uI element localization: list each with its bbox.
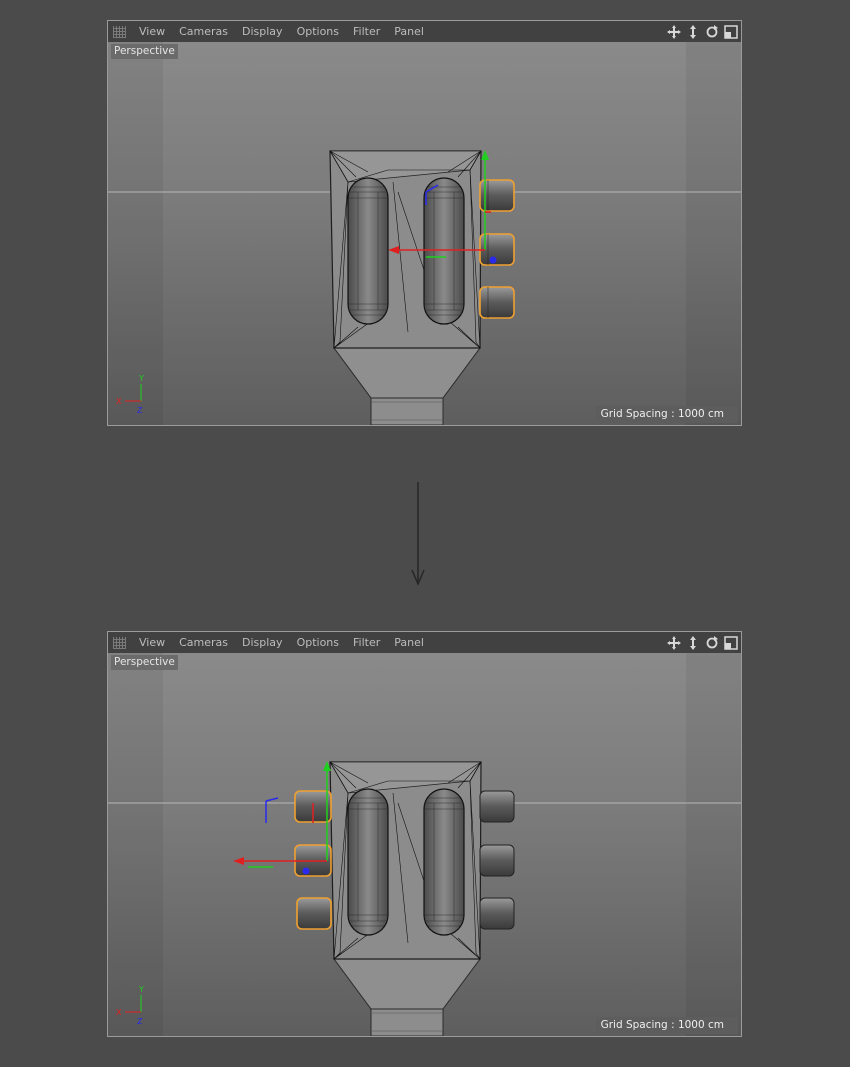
menu-panel[interactable]: Panel: [387, 632, 431, 653]
viewport-menubar: View Cameras Display Options Filter Pane…: [108, 21, 741, 42]
svg-text:X: X: [116, 397, 122, 406]
tuning-peg-right-1: [479, 790, 515, 823]
svg-text:X: X: [116, 1008, 122, 1017]
menu-display[interactable]: Display: [235, 632, 290, 653]
menu-options[interactable]: Options: [290, 632, 346, 653]
menu-view[interactable]: View: [132, 21, 172, 42]
svg-text:Z: Z: [137, 406, 143, 415]
move-view-icon[interactable]: [666, 24, 682, 40]
dolly-view-icon[interactable]: [685, 24, 701, 40]
tuning-peg-right-3: [479, 897, 515, 930]
scene-render: Y X Z: [108, 42, 741, 425]
view-navigation-icons: [666, 21, 741, 42]
string-pad-right: [423, 788, 465, 936]
menu-filter[interactable]: Filter: [346, 21, 387, 42]
view-label: Perspective: [111, 44, 178, 59]
guitar-neck: [370, 396, 444, 425]
menu-cameras[interactable]: Cameras: [172, 632, 235, 653]
dolly-view-icon[interactable]: [685, 635, 701, 651]
3d-scene[interactable]: Y X Z Perspective Grid Spacing : 1000 cm: [108, 653, 741, 1036]
guitar-neck: [370, 1007, 444, 1036]
svg-text:Y: Y: [138, 374, 144, 383]
menu-options[interactable]: Options: [290, 21, 346, 42]
tuning-peg-left-3: [296, 897, 332, 930]
scene-render: Y X Z: [108, 653, 741, 1036]
string-pad-right: [423, 177, 465, 325]
string-pad-left: [347, 177, 389, 325]
rotate-view-icon[interactable]: [704, 24, 720, 40]
rotate-view-icon[interactable]: [704, 635, 720, 651]
menu-filter[interactable]: Filter: [346, 632, 387, 653]
menu-view[interactable]: View: [132, 632, 172, 653]
grid-spacing-label: Grid Spacing : 1000 cm: [595, 1017, 738, 1034]
move-view-icon[interactable]: [666, 635, 682, 651]
menu-panel[interactable]: Panel: [387, 21, 431, 42]
menu-cameras[interactable]: Cameras: [172, 21, 235, 42]
panel-grip-icon[interactable]: [113, 636, 126, 649]
toggle-view-icon[interactable]: [723, 635, 739, 651]
menu-display[interactable]: Display: [235, 21, 290, 42]
viewport-before[interactable]: View Cameras Display Options Filter Pane…: [107, 20, 742, 426]
3d-scene[interactable]: Y X Z Perspective Grid Spacing : 1000 cm: [108, 42, 741, 425]
panel-grip-icon[interactable]: [113, 25, 126, 38]
view-label: Perspective: [111, 655, 178, 670]
down-arrow-icon: [411, 482, 425, 586]
viewport-menubar: View Cameras Display Options Filter Pane…: [108, 632, 741, 653]
view-navigation-icons: [666, 632, 741, 653]
tuning-peg-right-2: [479, 844, 515, 877]
string-pad-left: [347, 788, 389, 936]
grid-spacing-label: Grid Spacing : 1000 cm: [595, 406, 738, 423]
svg-text:Z: Z: [137, 1017, 143, 1026]
tuning-peg-right-3: [479, 286, 515, 319]
viewport-after[interactable]: View Cameras Display Options Filter Pane…: [107, 631, 742, 1037]
svg-text:Y: Y: [138, 985, 144, 994]
toggle-view-icon[interactable]: [723, 24, 739, 40]
